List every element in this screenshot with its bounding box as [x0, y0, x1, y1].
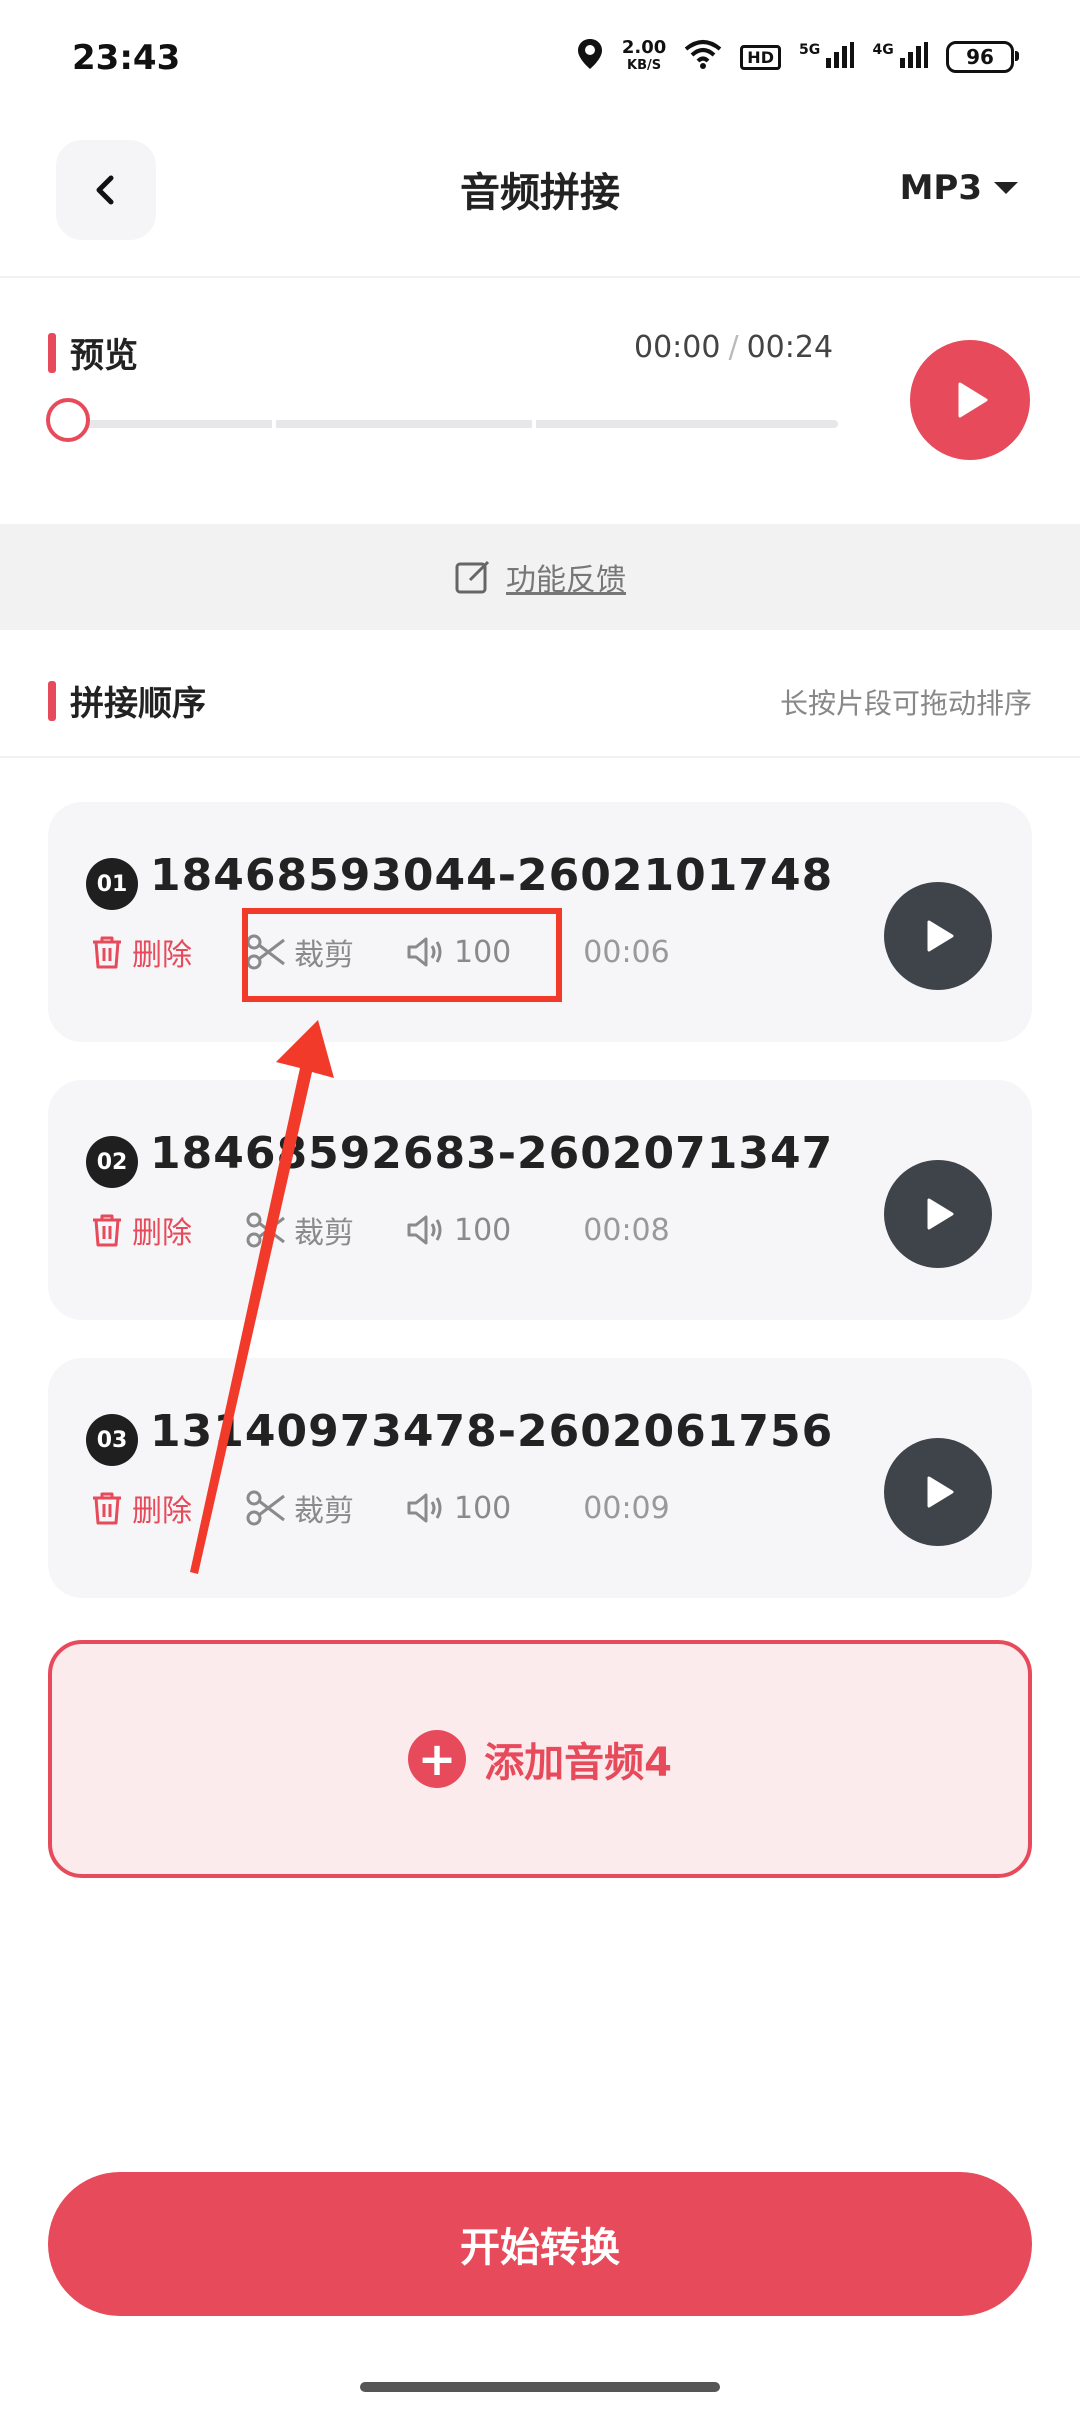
signal-5g: 5G	[798, 41, 855, 73]
track-segment-divider	[272, 420, 276, 428]
signal-4g-label: 4G	[872, 41, 894, 58]
clip-index-badge: 03	[86, 1414, 138, 1466]
wifi-icon	[684, 39, 722, 75]
preview-time: 00:00/00:24	[634, 330, 833, 365]
track-segment-divider	[532, 420, 536, 428]
header-divider	[0, 276, 1080, 278]
section-accent-bar	[48, 680, 56, 721]
signal-bars-icon	[900, 41, 928, 68]
battery-level: 96	[966, 45, 994, 69]
scissors-icon	[246, 1212, 285, 1248]
clip-index-badge: 01	[86, 858, 138, 910]
volume-value: 100	[454, 1212, 512, 1248]
clip-play-button[interactable]	[884, 882, 992, 990]
preview-header: 预览	[48, 328, 138, 377]
clip-name: 18468593044-2602101748	[150, 850, 834, 901]
delete-button[interactable]: 删除	[90, 1486, 192, 1530]
order-header: 拼接顺序	[48, 676, 206, 725]
trim-label: 裁剪	[294, 1216, 354, 1251]
play-icon	[927, 1476, 954, 1508]
feedback-label: 功能反馈	[506, 563, 626, 598]
plus-icon: +	[408, 1730, 467, 1788]
battery-icon: 96	[946, 41, 1019, 73]
volume-value: 100	[454, 1490, 512, 1526]
format-dropdown[interactable]: MP3	[900, 168, 1018, 208]
clip-name: 18468592683-2602071347	[150, 1128, 834, 1179]
annotation-highlight-box	[242, 908, 562, 1002]
trim-button[interactable]: 裁剪	[246, 1486, 354, 1530]
delete-label: 删除	[132, 1216, 192, 1251]
preview-total-time: 00:24	[746, 330, 834, 365]
section-accent-bar	[48, 332, 56, 373]
time-separator: /	[728, 330, 739, 365]
add-audio-label: 添加音频4	[484, 1740, 672, 1786]
home-indicator[interactable]	[360, 2382, 720, 2392]
net-speed-value: 2.00	[621, 37, 667, 58]
scissors-icon	[246, 1490, 285, 1526]
start-convert-button[interactable]: 开始转换	[48, 2172, 1032, 2316]
status-time: 23:43	[72, 38, 181, 78]
clip-card[interactable]: 02 18468592683-2602071347 删除 裁剪 100 00:0…	[48, 1080, 1032, 1320]
clip-name: 13140973478-2602061756	[150, 1406, 834, 1457]
preview-progress-track[interactable]	[72, 420, 838, 428]
edit-icon	[455, 560, 490, 594]
order-hint: 长按片段可拖动排序	[779, 687, 1032, 720]
delete-button[interactable]: 删除	[90, 930, 192, 974]
play-icon	[927, 1198, 954, 1230]
location-icon	[576, 38, 604, 76]
trim-button[interactable]: 裁剪	[246, 1208, 354, 1252]
clip-duration: 00:06	[583, 934, 670, 970]
speaker-icon	[407, 1215, 442, 1245]
preview-current-time: 00:00	[634, 330, 721, 365]
trim-label: 裁剪	[294, 1494, 354, 1529]
preview-label: 预览	[70, 336, 138, 376]
add-audio-button[interactable]: + 添加音频4	[48, 1640, 1032, 1878]
clip-play-button[interactable]	[884, 1438, 992, 1546]
play-icon	[958, 382, 988, 418]
volume-button[interactable]: 100	[406, 1213, 511, 1248]
clip-index-badge: 02	[86, 1136, 138, 1188]
status-icons: 2.00 KB/S HD 5G 4G 96	[576, 38, 1019, 76]
net-speed: 2.00 KB/S	[622, 39, 666, 75]
preview-play-button[interactable]	[910, 340, 1030, 460]
delete-button[interactable]: 删除	[90, 1208, 192, 1252]
clip-actions: 删除 裁剪 100 00:08	[90, 1208, 670, 1252]
clip-card[interactable]: 03 13140973478-2602061756 删除 裁剪 100 00:0…	[48, 1358, 1032, 1598]
trash-icon	[93, 936, 121, 969]
feedback-link[interactable]: 功能反馈	[0, 524, 1080, 630]
play-icon	[927, 920, 954, 952]
signal-bars-icon	[826, 41, 855, 68]
hd-badge: HD	[740, 44, 781, 70]
signal-5g-label: 5G	[798, 41, 821, 58]
order-divider	[0, 756, 1080, 758]
volume-button[interactable]: 100	[406, 1491, 511, 1526]
delete-label: 删除	[132, 938, 192, 973]
clip-actions: 删除 裁剪 100 00:09	[90, 1486, 670, 1530]
preview-progress-handle[interactable]	[46, 398, 90, 442]
clip-play-button[interactable]	[884, 1160, 992, 1268]
trash-icon	[93, 1492, 121, 1525]
signal-4g: 4G	[872, 41, 928, 73]
delete-label: 删除	[132, 1494, 192, 1529]
caret-down-icon	[994, 182, 1018, 194]
net-speed-unit: KB/S	[627, 58, 662, 73]
speaker-icon	[407, 1493, 442, 1523]
order-label: 拼接顺序	[70, 684, 206, 724]
format-label: MP3	[899, 168, 982, 208]
trash-icon	[93, 1214, 121, 1247]
clip-duration: 00:08	[583, 1212, 670, 1248]
clip-duration: 00:09	[583, 1490, 670, 1526]
